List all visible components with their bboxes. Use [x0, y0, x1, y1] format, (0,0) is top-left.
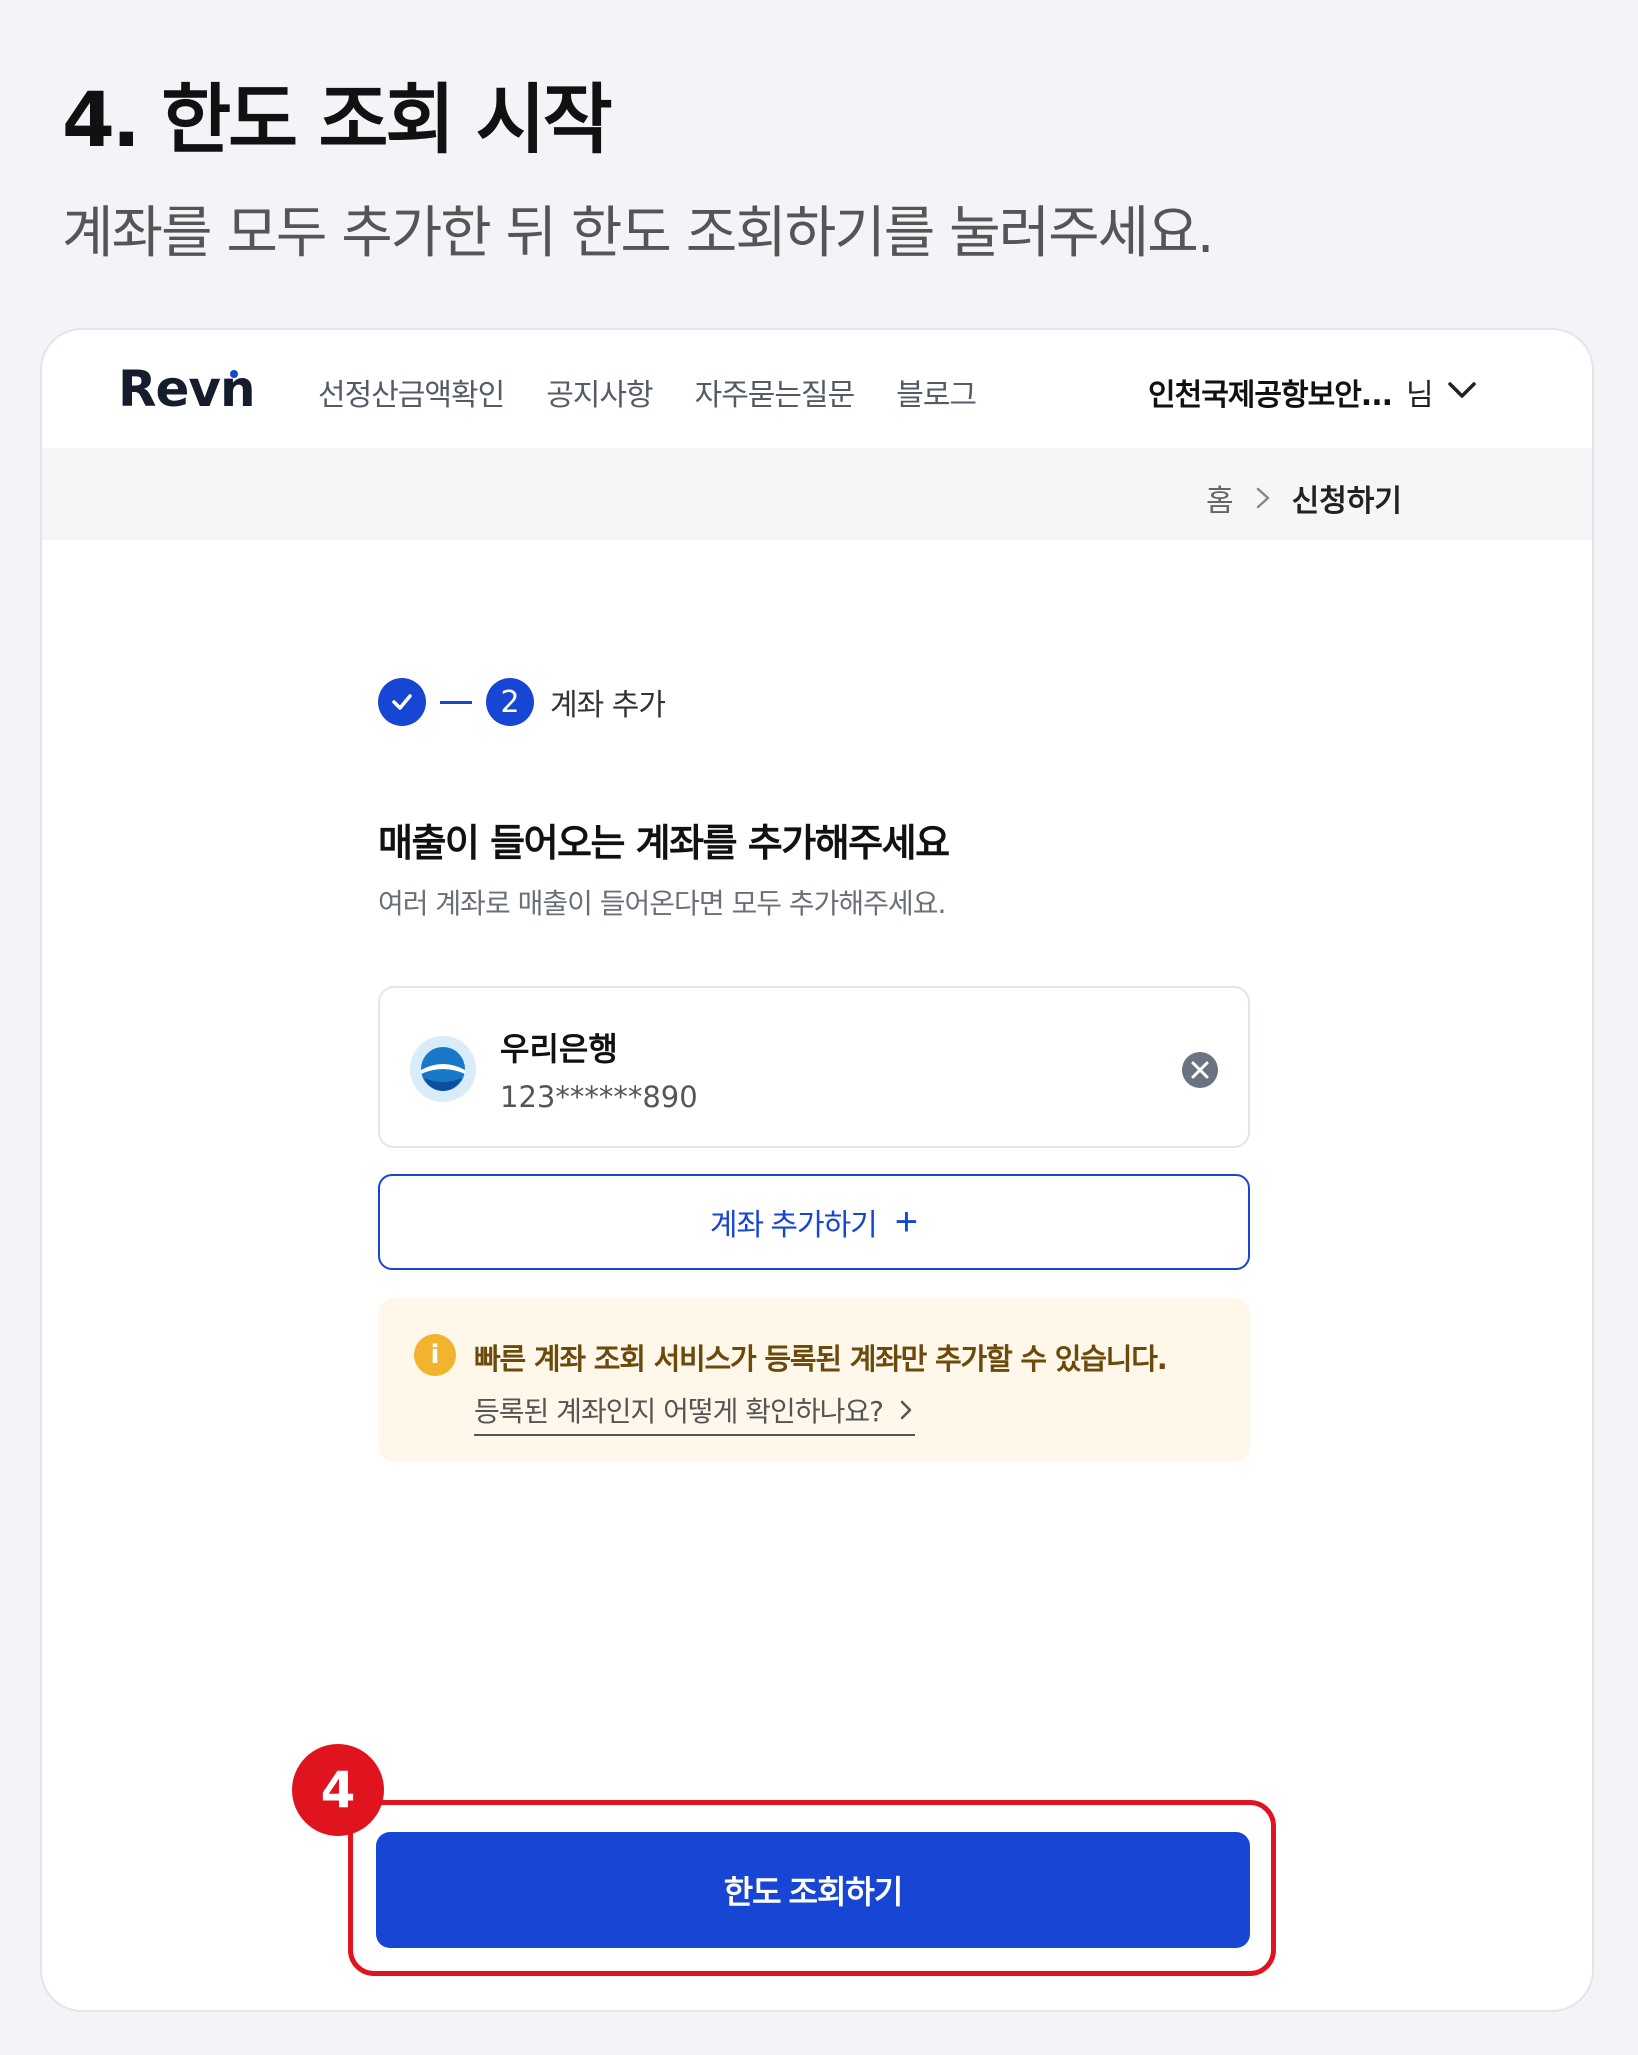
section-title: 매출이 들어오는 계좌를 추가해주세요	[378, 821, 950, 865]
breadcrumb: 홈 신청하기	[1206, 476, 1402, 520]
chevron-right-icon	[1256, 487, 1269, 509]
account-check-help-link[interactable]: 등록된 계좌인지 어떻게 확인하나요?	[474, 1390, 915, 1436]
account-number: 123******890	[500, 1080, 698, 1114]
user-account[interactable]: 인천국제공항보안... 님	[1148, 370, 1434, 414]
stepper: 2 계좌 추가	[378, 678, 666, 726]
main-menu: 선정산금액확인 공지사항 자주묻는질문 블로그	[318, 370, 977, 414]
info-icon: i	[414, 1334, 456, 1376]
check-limit-button[interactable]: 한도 조회하기	[376, 1832, 1250, 1948]
menu-item-blog[interactable]: 블로그	[896, 370, 977, 414]
chevron-down-icon[interactable]	[1442, 370, 1482, 410]
bank-logo-icon	[410, 1036, 476, 1102]
check-limit-label: 한도 조회하기	[723, 1874, 904, 1910]
add-account-label: 계좌 추가하기	[709, 1209, 878, 1242]
remove-account-close-icon[interactable]	[1180, 1050, 1220, 1090]
account-card: 우리은행 123******890	[378, 986, 1250, 1148]
bank-name: 우리은행	[500, 1030, 618, 1068]
notice-text: 빠른 계좌 조회 서비스가 등록된 계좌만 추가할 수 있습니다.	[474, 1342, 1168, 1376]
notice-box: i 빠른 계좌 조회 서비스가 등록된 계좌만 추가할 수 있습니다. 등록된 …	[378, 1298, 1250, 1462]
menu-item-faq[interactable]: 자주묻는질문	[695, 370, 856, 414]
step-connector	[440, 700, 472, 704]
menu-item-notices[interactable]: 공지사항	[546, 370, 653, 414]
menu-item-settlement-check[interactable]: 선정산금액확인	[318, 370, 505, 414]
breadcrumb-home[interactable]: 홈	[1206, 476, 1234, 520]
plus-icon: +	[894, 1200, 919, 1244]
step-complete-check-icon	[378, 678, 426, 726]
logo-dot	[230, 370, 238, 378]
step-badge: 4	[292, 1744, 384, 1836]
app-window: Revn 선정산금액확인 공지사항 자주묻는질문 블로그 인천국제공항보안...…	[40, 328, 1594, 2012]
step-number: 2	[486, 678, 534, 726]
breadcrumb-current: 신청하기	[1291, 484, 1403, 519]
user-name: 인천국제공항보안...	[1148, 378, 1393, 413]
section-description: 여러 계좌로 매출이 들어온다면 모두 추가해주세요.	[378, 887, 946, 920]
logo[interactable]: Revn	[118, 360, 256, 418]
guide-title: 4. 한도 조회 시작	[62, 75, 613, 164]
step-label: 계좌 추가	[550, 688, 666, 723]
guide-subtitle: 계좌를 모두 추가한 뒤 한도 조회하기를 눌러주세요.	[62, 201, 1215, 266]
top-navigation: Revn 선정산금액확인 공지사항 자주묻는질문 블로그 인천국제공항보안...…	[42, 330, 1592, 450]
user-honorific: 님	[1406, 378, 1434, 413]
chevron-right-icon	[900, 1400, 912, 1420]
breadcrumb-bar: 홈 신청하기	[42, 448, 1592, 540]
add-account-button[interactable]: 계좌 추가하기 +	[378, 1174, 1250, 1270]
help-link-label: 등록된 계좌인지 어떻게 확인하나요?	[474, 1395, 884, 1428]
